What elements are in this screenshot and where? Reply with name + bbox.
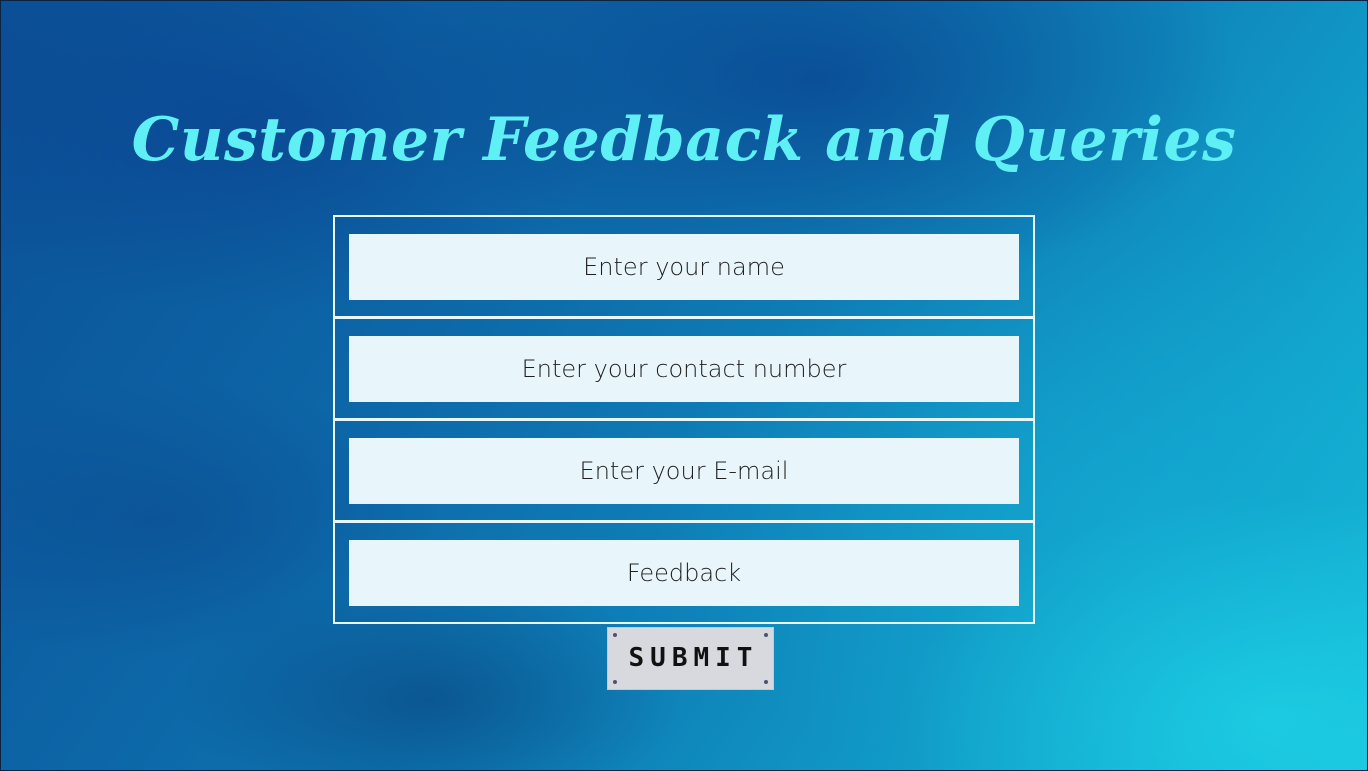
submit-button[interactable]: SUBMIT — [607, 627, 774, 690]
name-field-box — [333, 215, 1035, 318]
name-input[interactable] — [349, 234, 1019, 300]
submit-button-label: SUBMIT — [628, 643, 759, 673]
rivet-decoration — [764, 680, 768, 684]
rivet-decoration — [613, 633, 617, 637]
email-input[interactable] — [349, 438, 1019, 504]
feedback-field-box — [333, 521, 1035, 624]
rivet-decoration — [613, 680, 617, 684]
feedback-form — [333, 215, 1035, 624]
page-title: Customer Feedback and Queries — [131, 105, 1237, 175]
rivet-decoration — [764, 633, 768, 637]
feedback-input[interactable] — [349, 540, 1019, 606]
contact-number-input[interactable] — [349, 336, 1019, 402]
email-field-box — [333, 419, 1035, 522]
contact-number-field-box — [333, 317, 1035, 420]
